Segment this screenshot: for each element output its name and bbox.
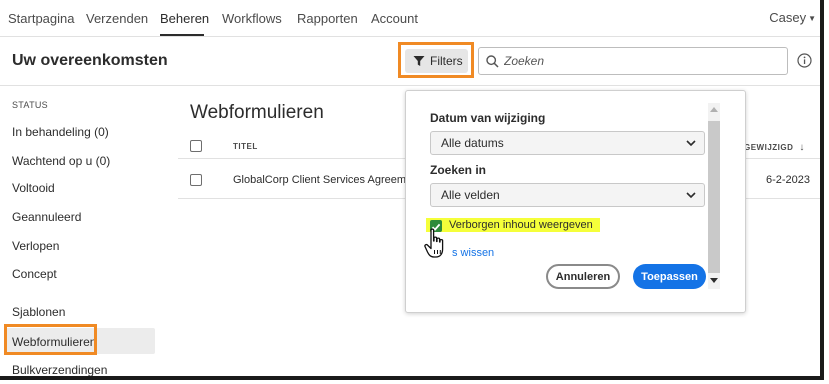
- nav-account[interactable]: Account: [371, 11, 418, 26]
- info-icon[interactable]: [797, 53, 812, 68]
- chevron-down-icon: [686, 192, 696, 199]
- scroll-down-icon[interactable]: [710, 278, 718, 284]
- search-input[interactable]: [504, 52, 774, 70]
- hand-cursor-icon: [424, 228, 444, 258]
- show-hidden-label[interactable]: Verborgen inhoud weergeven: [449, 219, 593, 231]
- search-in-label: Zoeken in: [430, 163, 487, 177]
- page-title: Uw overeenkomsten: [12, 52, 168, 69]
- scrollbar-thumb[interactable]: [708, 121, 720, 273]
- sidebar-item-bulkverzendingen[interactable]: Bulkverzendingen: [12, 363, 107, 376]
- clear-filters-link[interactable]: s wissen: [452, 247, 494, 259]
- date-filter-label: Datum van wijziging: [430, 111, 546, 125]
- nav-beheren[interactable]: Beheren: [160, 11, 209, 26]
- user-menu[interactable]: Casey ▼: [769, 10, 816, 25]
- row-title[interactable]: GlobalCorp Client Services Agreement: [233, 174, 421, 186]
- sidebar-item-voltooid[interactable]: Voltooid: [12, 181, 55, 195]
- sidebar-item-sjablonen[interactable]: Sjablonen: [12, 305, 65, 319]
- sidebar-item-concept[interactable]: Concept: [12, 267, 57, 281]
- nav-verzenden[interactable]: Verzenden: [86, 11, 148, 26]
- sidebar-heading: STATUS: [12, 100, 48, 110]
- row-modified-date: 6-2-2023: [766, 174, 811, 186]
- webformulieren-highlight: [4, 324, 97, 355]
- nav-rapporten[interactable]: Rapporten: [297, 11, 358, 26]
- sidebar-item-wachtend-op-u[interactable]: Wachtend op u (0): [12, 154, 110, 168]
- sidebar-item-in-behandeling[interactable]: In behandeling (0): [12, 125, 109, 139]
- column-header-modified-label: GEWIJZIGD: [744, 143, 794, 152]
- sidebar-item-geannuleerd[interactable]: Geannuleerd: [12, 210, 81, 224]
- apply-button[interactable]: Toepassen: [633, 264, 706, 289]
- nav-startpagina[interactable]: Startpagina: [8, 11, 75, 26]
- chevron-down-icon: [686, 140, 696, 147]
- section-title: Webformulieren: [190, 102, 324, 123]
- date-filter-select[interactable]: Alle datums: [430, 131, 705, 155]
- top-nav: Startpagina Verzenden Beheren Workflows …: [0, 0, 820, 37]
- app-window: Startpagina Verzenden Beheren Workflows …: [0, 0, 824, 380]
- column-header-modified[interactable]: GEWIJZIGD ↓: [744, 142, 805, 153]
- chevron-down-icon: ▼: [808, 14, 816, 24]
- filters-label: Filters: [430, 54, 463, 68]
- search-icon: [486, 55, 499, 68]
- search-in-value: Alle velden: [441, 188, 500, 202]
- sidebar-item-verlopen[interactable]: Verlopen: [12, 239, 59, 253]
- header-divider: [0, 85, 820, 86]
- sort-arrow-icon: ↓: [799, 142, 805, 153]
- filter-icon: [413, 56, 425, 66]
- cancel-button[interactable]: Annuleren: [546, 264, 620, 289]
- row-checkbox[interactable]: [190, 174, 202, 186]
- column-header-title[interactable]: TITEL: [233, 142, 258, 151]
- nav-workflows[interactable]: Workflows: [222, 11, 282, 26]
- user-name: Casey: [769, 10, 807, 25]
- select-all-checkbox[interactable]: [190, 140, 202, 152]
- filter-popover: Datum van wijziging Alle datums Zoeken i…: [405, 90, 746, 313]
- filters-button[interactable]: Filters: [405, 49, 468, 73]
- search-field[interactable]: [478, 47, 788, 75]
- active-tab-indicator: [160, 34, 204, 36]
- scroll-up-icon[interactable]: [710, 106, 718, 112]
- date-filter-value: Alle datums: [441, 136, 504, 150]
- search-in-select[interactable]: Alle velden: [430, 183, 705, 207]
